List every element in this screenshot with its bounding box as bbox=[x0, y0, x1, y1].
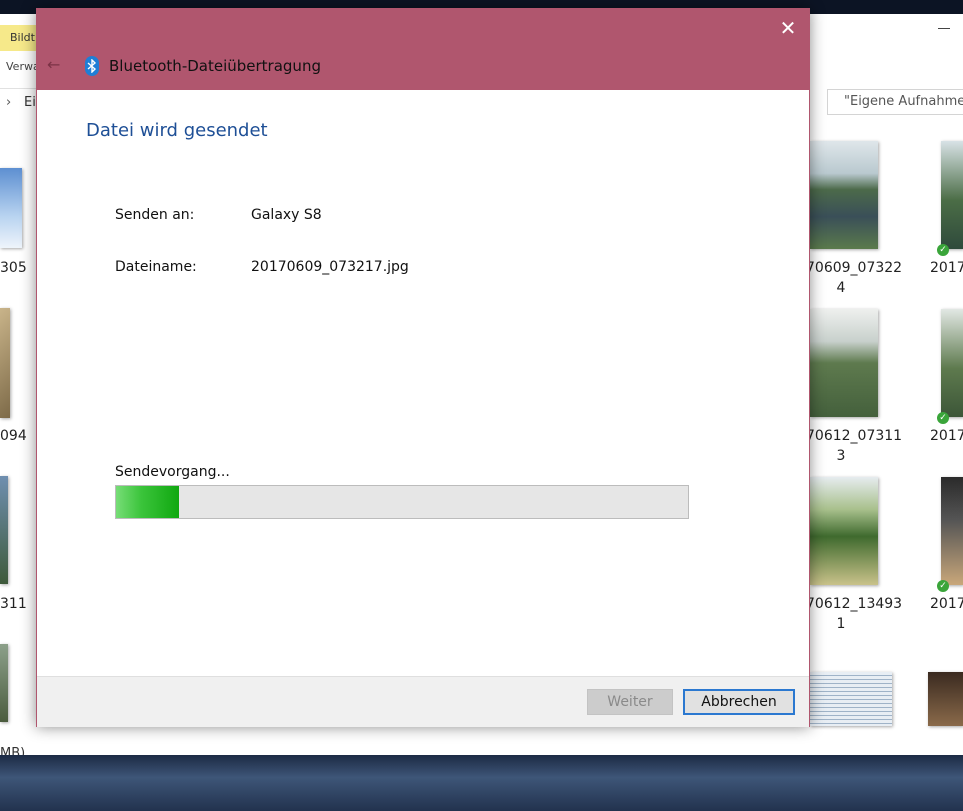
cancel-button[interactable]: Abbrechen bbox=[683, 689, 795, 715]
page-heading: Datei wird gesendet bbox=[86, 120, 268, 141]
bluetooth-icon bbox=[85, 56, 99, 76]
image-thumbnail[interactable] bbox=[810, 672, 892, 726]
thumbnail-caption: 2017 bbox=[930, 428, 963, 444]
image-thumbnail[interactable] bbox=[941, 309, 963, 417]
filename-value: 20170609_073217.jpg bbox=[251, 259, 409, 275]
image-thumbnail[interactable] bbox=[941, 477, 963, 585]
image-thumbnail[interactable] bbox=[928, 672, 963, 726]
thumbnail-caption: 2017 bbox=[930, 260, 963, 276]
image-thumbnail[interactable] bbox=[0, 308, 10, 418]
close-icon[interactable]: ✕ bbox=[775, 15, 801, 41]
caption-line: 70612_13493 bbox=[806, 596, 903, 612]
dialog-footer: Weiter Abbrechen bbox=[37, 676, 809, 727]
next-button[interactable]: Weiter bbox=[587, 689, 673, 715]
sync-check-icon: ✓ bbox=[937, 244, 949, 256]
chevron-right-icon: › bbox=[6, 95, 12, 110]
address-text: Ei bbox=[24, 95, 36, 110]
search-input[interactable]: "Eigene Aufnahmen" bbox=[827, 89, 963, 115]
progress-fill bbox=[116, 486, 179, 518]
image-thumbnail[interactable] bbox=[941, 141, 963, 249]
thumbnail-caption: 305 bbox=[0, 260, 27, 276]
search-placeholder: "Eigene Aufnahmen" bbox=[844, 94, 963, 109]
caption-line: 3 bbox=[836, 448, 846, 464]
title-bar[interactable]: ✕ ← Bluetooth-Dateiübertragung bbox=[37, 9, 809, 90]
dialog-title: Bluetooth-Dateiübertragung bbox=[109, 57, 321, 75]
caption-line: 1 bbox=[836, 616, 846, 632]
image-thumbnail[interactable] bbox=[810, 141, 878, 249]
thumbnail-caption: 70612_07311 3 bbox=[806, 426, 903, 466]
sync-check-icon: ✓ bbox=[937, 412, 949, 424]
thumbnail-caption: 311 bbox=[0, 596, 27, 612]
sync-check-icon: ✓ bbox=[937, 580, 949, 592]
image-thumbnail[interactable] bbox=[810, 477, 878, 585]
back-arrow-icon[interactable]: ← bbox=[47, 55, 60, 74]
filename-label: Dateiname: bbox=[115, 259, 197, 275]
caption-line: 4 bbox=[836, 280, 846, 296]
bluetooth-transfer-dialog: ✕ ← Bluetooth-Dateiübertragung Datei wir… bbox=[36, 8, 810, 727]
progress-label: Sendevorgang... bbox=[115, 464, 230, 480]
thumbnail-caption: 70609_07322 4 bbox=[806, 258, 903, 298]
minimize-icon[interactable] bbox=[938, 28, 950, 29]
progress-bar bbox=[115, 485, 689, 519]
thumbnail-caption: 2017 bbox=[930, 596, 963, 612]
desktop-wallpaper bbox=[0, 755, 963, 811]
send-to-label: Senden an: bbox=[115, 207, 195, 223]
caption-line: 70609_07322 bbox=[806, 260, 903, 276]
send-to-value: Galaxy S8 bbox=[251, 207, 322, 223]
image-thumbnail[interactable] bbox=[0, 168, 22, 248]
image-thumbnail[interactable] bbox=[0, 476, 8, 584]
image-thumbnail[interactable] bbox=[0, 644, 8, 722]
image-thumbnail[interactable] bbox=[810, 309, 878, 417]
thumbnail-caption: 70612_13493 1 bbox=[806, 594, 903, 634]
thumbnail-caption: 094 bbox=[0, 428, 27, 444]
address-bar[interactable]: › Ei bbox=[0, 88, 36, 117]
ribbon-tab-manage[interactable]: Verwa bbox=[6, 60, 40, 73]
caption-line: 70612_07311 bbox=[806, 428, 903, 444]
